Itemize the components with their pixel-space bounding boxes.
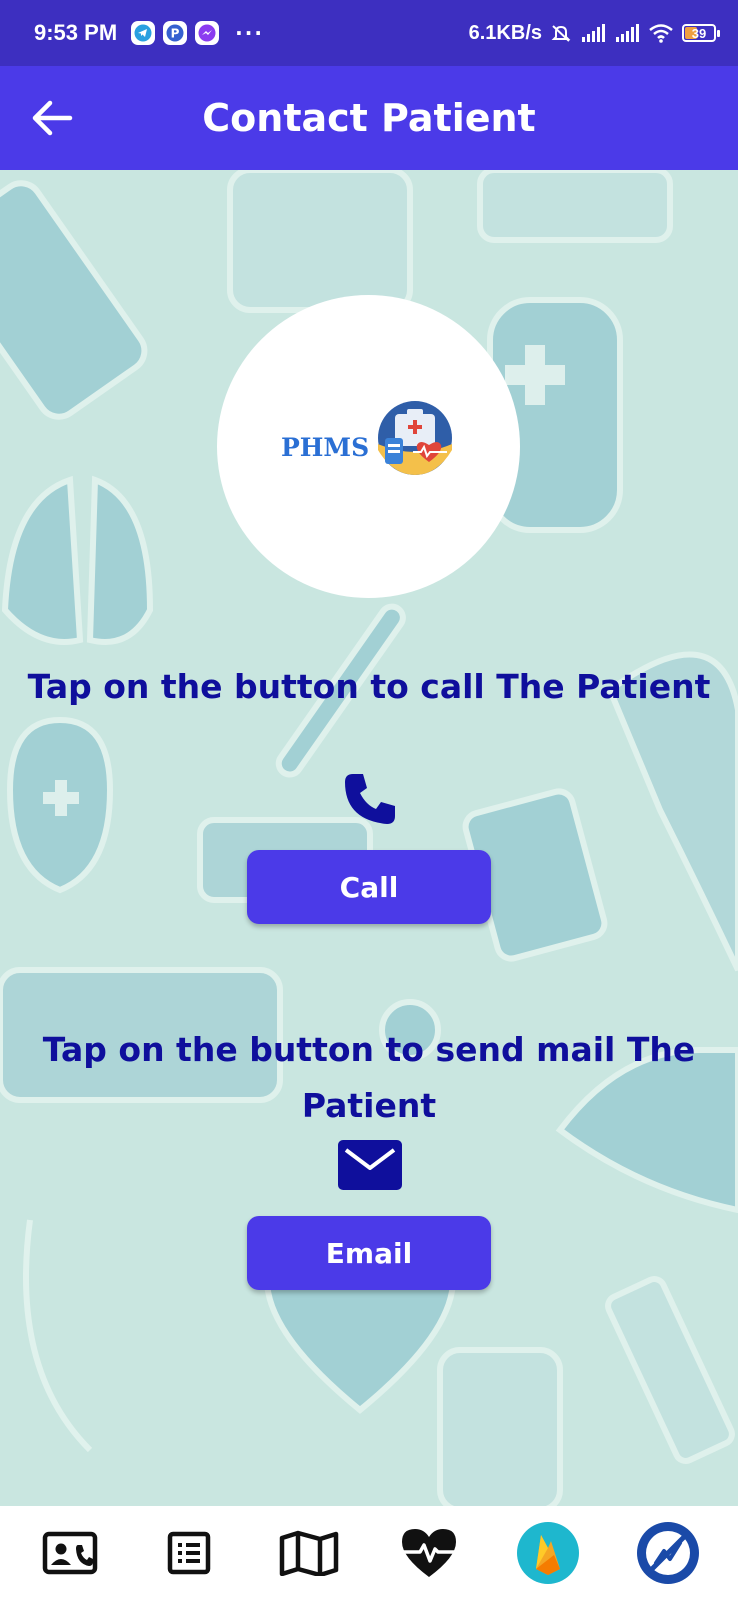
contact-card-icon xyxy=(42,1531,98,1575)
phone-icon xyxy=(345,774,395,824)
battery-icon: 39 xyxy=(682,24,720,42)
page-title: Contact Patient xyxy=(202,96,536,140)
medical-kit-icon xyxy=(378,401,452,475)
map-icon xyxy=(279,1530,339,1576)
call-button[interactable]: Call xyxy=(247,850,491,924)
email-heading: Tap on the button to send mail The Patie… xyxy=(42,1030,696,1125)
nav-health[interactable] xyxy=(397,1521,461,1585)
battery-level: 39 xyxy=(691,25,707,41)
signal-icon xyxy=(582,24,605,42)
email-button[interactable]: Email xyxy=(247,1216,491,1290)
app-bar: Contact Patient xyxy=(0,66,738,170)
signal-icon xyxy=(616,24,639,42)
network-speed: 6.1KB/s xyxy=(468,21,542,44)
nav-analytics[interactable] xyxy=(636,1521,700,1585)
heartbeat-icon xyxy=(401,1529,456,1577)
telegram-icon xyxy=(131,21,156,45)
svg-text:P: P xyxy=(171,27,180,41)
list-icon xyxy=(168,1531,211,1575)
bottom-navigation xyxy=(0,1506,738,1600)
nav-firebase[interactable] xyxy=(516,1521,580,1585)
call-heading: Tap on the button to call The Patient xyxy=(27,667,711,706)
status-time: 9:53 PM xyxy=(34,20,118,45)
analytics-icon xyxy=(637,1522,700,1584)
nav-list[interactable] xyxy=(157,1521,221,1585)
pinterest-icon: P xyxy=(163,21,188,45)
status-bar: 9:53 PM P ··· 6.1KB/s 39 xyxy=(0,0,738,66)
app-logo: PHMS xyxy=(217,295,520,598)
firebase-icon xyxy=(517,1522,580,1584)
wifi-icon xyxy=(649,24,673,43)
nav-map[interactable] xyxy=(277,1521,341,1585)
messenger-icon xyxy=(195,21,220,45)
logo-text: PHMS xyxy=(281,433,370,462)
mail-icon xyxy=(338,1140,402,1190)
nav-contacts[interactable] xyxy=(38,1521,102,1585)
mute-icon xyxy=(551,25,571,42)
more-notifications: ··· xyxy=(235,21,264,45)
